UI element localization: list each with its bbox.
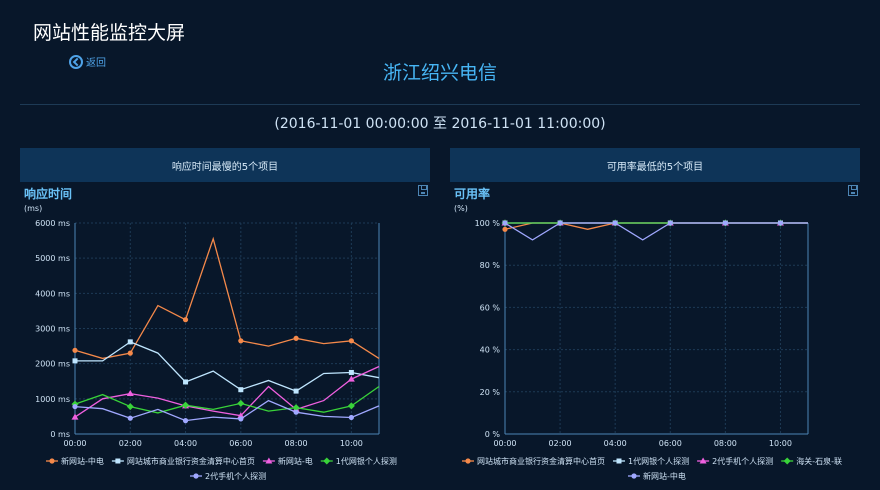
legend-swatch-marker [783,457,791,465]
legend-item: 新网站-中电 [628,471,686,481]
grid [505,222,808,434]
data-point [612,220,618,226]
legend-item: 2代手机个人探测 [697,456,773,466]
y-tick-label: 60 % [480,303,501,312]
x-tick-label: 08:00 [714,439,737,448]
legend-item: 网站城市商业银行资金清算中心首页 [462,456,605,466]
legend-label: 1代网银个人探测 [628,456,689,466]
legend-swatch-marker [465,458,471,464]
series-line [504,222,808,241]
data-point [502,226,508,232]
y-tick-label: 100 % [475,219,501,228]
x-tick-label: 06:00 [659,439,682,448]
data-point [722,220,728,226]
y-tick-label: 80 % [480,261,501,270]
y-tick-label: 0 % [485,430,501,439]
y-tick-label: 20 % [480,388,501,397]
legend-swatch-marker [616,458,622,464]
x-tick-label: 10:00 [769,439,792,448]
legend-label: 网站城市商业银行资金清算中心首页 [477,456,605,466]
legend-item: 海关-石泉-联 [781,456,842,466]
availability-chart: 0 % 20 % 40 % 60 % 80 % 100 % 00:00 02:00 04:00 0… [462,219,842,481]
data-point [557,220,563,226]
x-tick-label: 02:00 [549,439,572,448]
legend-label: 2代手机个人探测 [712,456,773,466]
legend-label: 海关-石泉-联 [796,456,842,466]
y-tick-label: 40 % [480,346,501,355]
legend: 网站城市商业银行资金清算中心首页 1代网银个人探测 2代手机个人探测 海关-石泉-联新… [462,456,842,481]
data-point [777,220,784,226]
legend-swatch-marker [631,473,637,479]
x-tick-label: 00:00 [493,439,516,448]
legend-label: 新网站-中电 [643,471,686,481]
legend-item: 1代网银个人探测 [613,456,689,466]
x-tick-label: 04:00 [604,439,627,448]
data-point [667,220,673,226]
data-point [502,220,508,226]
